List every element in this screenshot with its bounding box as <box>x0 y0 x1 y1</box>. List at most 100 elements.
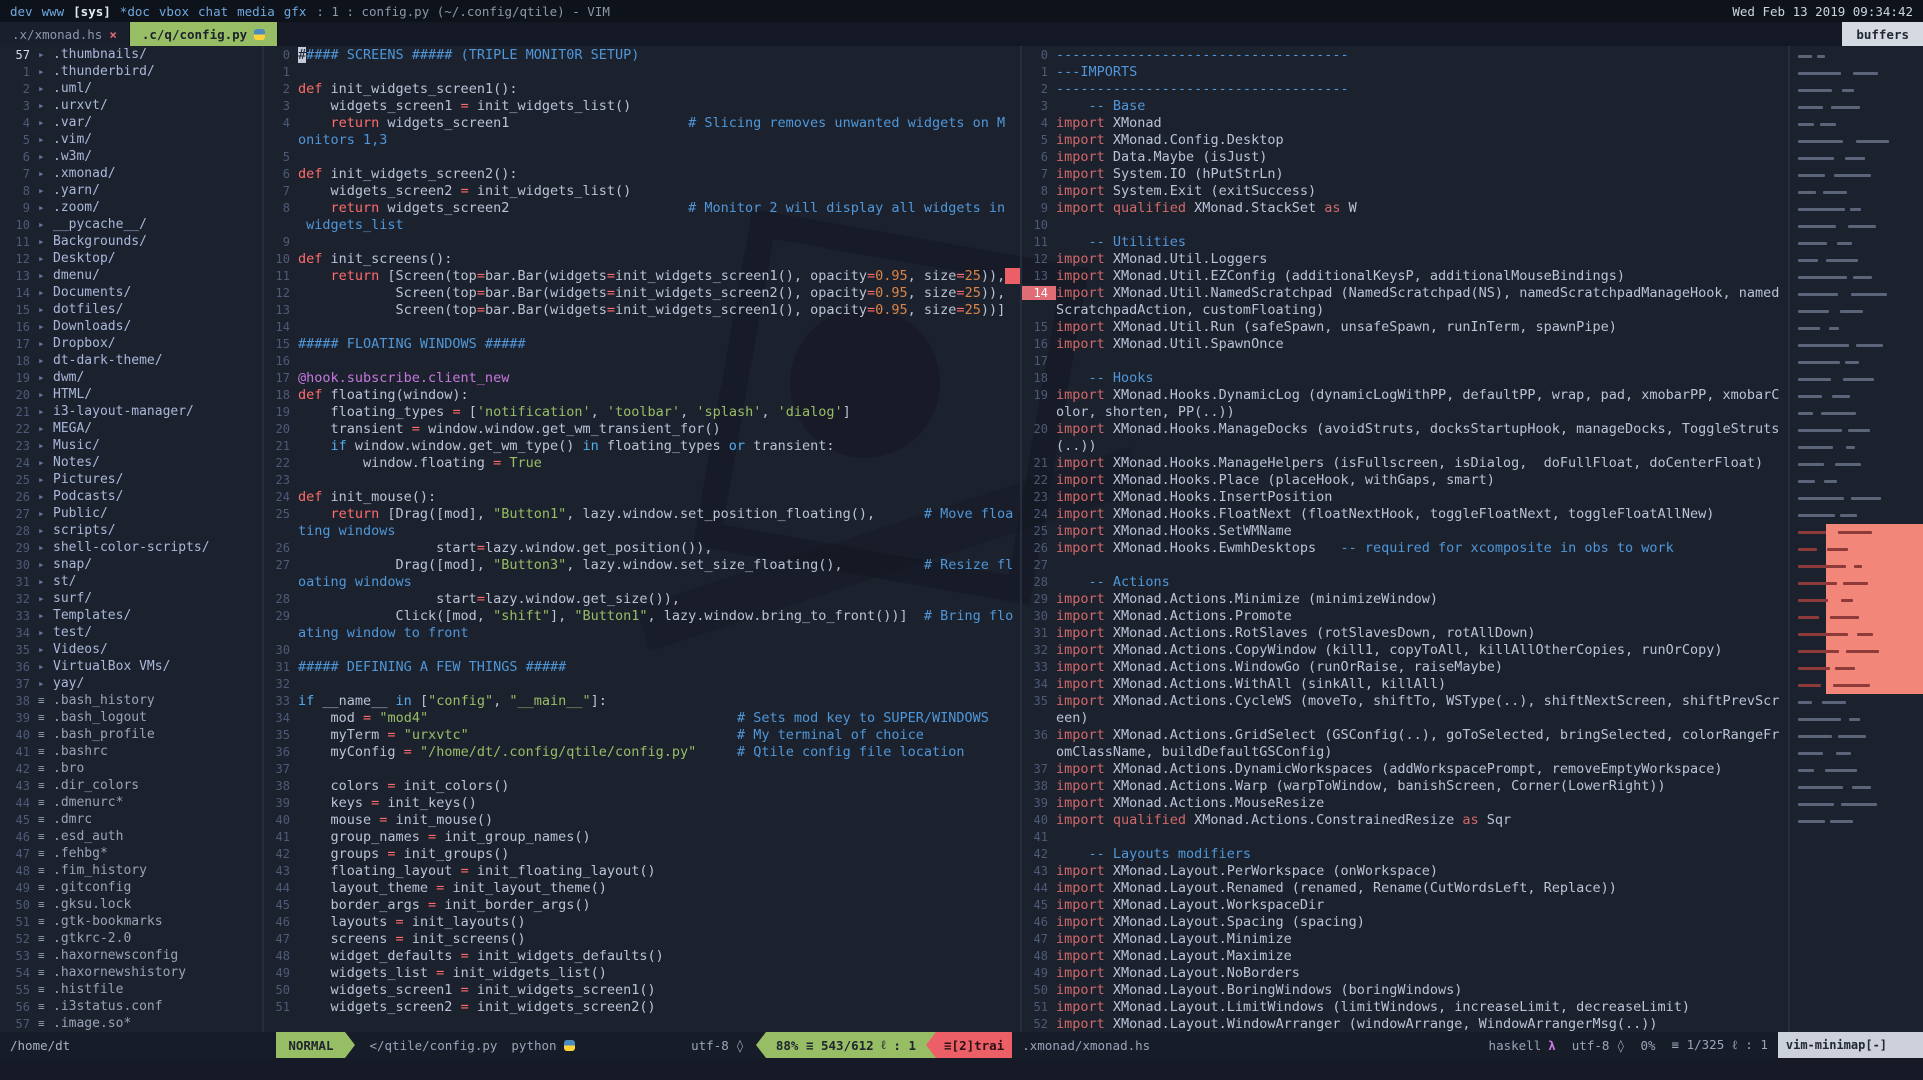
code-line[interactable]: 35 myTerm = "urxvtc" # My terminal of ch… <box>264 726 1020 743</box>
code-line[interactable]: 18def floating(window): <box>264 386 1020 403</box>
workspace-tag[interactable]: gfx <box>284 4 307 19</box>
tree-item-file[interactable]: 57≡.image.so* <box>0 1015 262 1032</box>
tree-item-file[interactable]: 51≡.gtk-bookmarks <box>0 913 262 930</box>
code-line[interactable]: 19import XMonad.Hooks.DynamicLog (dynami… <box>1022 386 1788 403</box>
tab-xmonad-hs[interactable]: .x/xmonad.hs × <box>0 22 130 46</box>
tree-item-folder[interactable]: 5▸.vim/ <box>0 131 262 148</box>
code-line[interactable]: 31##### DEFINING A FEW THINGS ##### <box>264 658 1020 675</box>
tree-item-folder[interactable]: 23▸Music/ <box>0 437 262 454</box>
code-line[interactable]: 49import XMonad.Layout.NoBorders <box>1022 964 1788 981</box>
nerdtree-pane[interactable]: 57▸.thumbnails/1▸.thunderbird/2▸.uml/3▸.… <box>0 46 262 1032</box>
code-line[interactable]: 21import XMonad.Hooks.ManageHelpers (isF… <box>1022 454 1788 471</box>
code-line[interactable]: olor, shorten, PP(..)) <box>1022 403 1788 420</box>
code-line[interactable]: 47 screens = init_screens() <box>264 930 1020 947</box>
code-line[interactable]: 27 Drag([mod], "Button3", lazy.window.se… <box>264 556 1020 573</box>
tree-item-folder[interactable]: 57▸.thumbnails/ <box>0 46 262 63</box>
code-line[interactable]: 33if __name__ in ["config", "__main__"]: <box>264 692 1020 709</box>
code-line[interactable]: 37 <box>264 760 1020 777</box>
code-line[interactable]: 25 return [Drag([mod], "Button1", lazy.w… <box>264 505 1020 522</box>
code-line[interactable]: 12import XMonad.Util.Loggers <box>1022 250 1788 267</box>
tree-item-file[interactable]: 55≡.histfile <box>0 981 262 998</box>
code-line[interactable]: 24import XMonad.Hooks.FloatNext (floatNe… <box>1022 505 1788 522</box>
code-line[interactable]: 14 <box>264 318 1020 335</box>
tree-item-folder[interactable]: 30▸snap/ <box>0 556 262 573</box>
tree-item-file[interactable]: 38≡.bash_history <box>0 692 262 709</box>
code-line[interactable]: 27 <box>1022 556 1788 573</box>
code-line[interactable]: 17 <box>1022 352 1788 369</box>
code-line[interactable]: 9 <box>264 233 1020 250</box>
tree-item-folder[interactable]: 31▸st/ <box>0 573 262 590</box>
code-line[interactable]: 17@hook.subscribe.client_new <box>264 369 1020 386</box>
code-line[interactable]: 26import XMonad.Hooks.EwmhDesktops -- re… <box>1022 539 1788 556</box>
tree-item-folder[interactable]: 12▸Desktop/ <box>0 250 262 267</box>
tree-item-folder[interactable]: 10▸__pycache__/ <box>0 216 262 233</box>
editor-config-py[interactable]: 0##### SCREENS ##### (TRIPLE MONIT0R SET… <box>264 46 1020 1032</box>
tree-item-folder[interactable]: 27▸Public/ <box>0 505 262 522</box>
code-line[interactable]: 5 <box>264 148 1020 165</box>
code-line[interactable]: ScratchpadAction, customFloating) <box>1022 301 1788 318</box>
tree-item-folder[interactable]: 19▸dwm/ <box>0 369 262 386</box>
code-line[interactable]: (..)) <box>1022 437 1788 454</box>
code-line[interactable]: 14import XMonad.Util.NamedScratchpad (Na… <box>1022 284 1788 301</box>
code-line[interactable]: 10 <box>1022 216 1788 233</box>
tree-item-folder[interactable]: 15▸dotfiles/ <box>0 301 262 318</box>
code-line[interactable]: 19 floating_types = ['notification', 'to… <box>264 403 1020 420</box>
code-line[interactable]: onitors 1,3 <box>264 131 1020 148</box>
code-line[interactable]: 16 <box>264 352 1020 369</box>
code-line[interactable]: 46import XMonad.Layout.Spacing (spacing) <box>1022 913 1788 930</box>
code-line[interactable]: 38 colors = init_colors() <box>264 777 1020 794</box>
tree-item-folder[interactable]: 21▸i3-layout-manager/ <box>0 403 262 420</box>
code-line[interactable]: 8 return widgets_screen2 # Monitor 2 wil… <box>264 199 1020 216</box>
code-line[interactable]: 42 -- Layouts modifiers <box>1022 845 1788 862</box>
code-line[interactable]: 43 floating_layout = init_floating_layou… <box>264 862 1020 879</box>
code-line[interactable]: 50 widgets_screen1 = init_widgets_screen… <box>264 981 1020 998</box>
code-line[interactable]: 4import XMonad <box>1022 114 1788 131</box>
tree-item-folder[interactable]: 13▸dmenu/ <box>0 267 262 284</box>
code-line[interactable]: 12 Screen(top=bar.Bar(widgets=init_widge… <box>264 284 1020 301</box>
tree-item-file[interactable]: 56≡.i3status.conf <box>0 998 262 1015</box>
code-line[interactable]: oating windows <box>264 573 1020 590</box>
workspace-tag[interactable]: *doc <box>120 4 150 19</box>
code-line[interactable]: 33import XMonad.Actions.WindowGo (runOrR… <box>1022 658 1788 675</box>
minimap-pane[interactable] <box>1790 46 1923 1032</box>
code-line[interactable]: 48import XMonad.Layout.Maximize <box>1022 947 1788 964</box>
code-line[interactable]: 0##### SCREENS ##### (TRIPLE MONIT0R SET… <box>264 46 1020 63</box>
tab-config-py[interactable]: .c/q/config.py <box>130 22 278 46</box>
tree-item-folder[interactable]: 18▸dt-dark-theme/ <box>0 352 262 369</box>
tree-item-folder[interactable]: 6▸.w3m/ <box>0 148 262 165</box>
code-line[interactable]: 45import XMonad.Layout.WorkspaceDir <box>1022 896 1788 913</box>
tree-item-folder[interactable]: 37▸yay/ <box>0 675 262 692</box>
window-separator[interactable] <box>262 46 264 1032</box>
code-line[interactable]: 30 <box>264 641 1020 658</box>
tree-item-file[interactable]: 49≡.gitconfig <box>0 879 262 896</box>
code-line[interactable]: 32 <box>264 675 1020 692</box>
tree-item-folder[interactable]: 16▸Downloads/ <box>0 318 262 335</box>
code-line[interactable]: 13import XMonad.Util.EZConfig (additiona… <box>1022 267 1788 284</box>
tree-item-folder[interactable]: 17▸Dropbox/ <box>0 335 262 352</box>
workspace-tag[interactable]: vbox <box>159 4 189 19</box>
code-line[interactable]: 35import XMonad.Actions.CycleWS (moveTo,… <box>1022 692 1788 709</box>
code-line[interactable]: 36import XMonad.Actions.GridSelect (GSCo… <box>1022 726 1788 743</box>
code-line[interactable]: 51import XMonad.Layout.LimitWindows (lim… <box>1022 998 1788 1015</box>
workspace-tag[interactable]: [sys] <box>73 4 111 19</box>
buffers-label[interactable]: buffers <box>1842 22 1923 46</box>
code-line[interactable]: 32import XMonad.Actions.CopyWindow (kill… <box>1022 641 1788 658</box>
editor-xmonad-hs[interactable]: 0------------------------------------1--… <box>1022 46 1788 1032</box>
code-line[interactable]: 43import XMonad.Layout.PerWorkspace (onW… <box>1022 862 1788 879</box>
code-line[interactable]: 29import XMonad.Actions.Minimize (minimi… <box>1022 590 1788 607</box>
code-line[interactable]: 41 group_names = init_group_names() <box>264 828 1020 845</box>
code-line[interactable]: 47import XMonad.Layout.Minimize <box>1022 930 1788 947</box>
workspace-tag[interactable]: dev <box>10 4 33 19</box>
code-line[interactable]: 8import System.Exit (exitSuccess) <box>1022 182 1788 199</box>
code-line[interactable]: 28 start=lazy.window.get_size()), <box>264 590 1020 607</box>
tree-item-file[interactable]: 50≡.gksu.lock <box>0 896 262 913</box>
close-icon[interactable]: × <box>109 27 117 42</box>
code-line[interactable]: 25import XMonad.Hooks.SetWMName <box>1022 522 1788 539</box>
tree-item-folder[interactable]: 36▸VirtualBox VMs/ <box>0 658 262 675</box>
code-line[interactable]: 26 start=lazy.window.get_position()), <box>264 539 1020 556</box>
code-line[interactable]: 16import XMonad.Util.SpawnOnce <box>1022 335 1788 352</box>
tree-item-folder[interactable]: 29▸shell-color-scripts/ <box>0 539 262 556</box>
code-line[interactable]: omClassName, buildDefaultGSConfig) <box>1022 743 1788 760</box>
tree-item-file[interactable]: 53≡.haxornewsconfig <box>0 947 262 964</box>
code-line[interactable]: 11 -- Utilities <box>1022 233 1788 250</box>
